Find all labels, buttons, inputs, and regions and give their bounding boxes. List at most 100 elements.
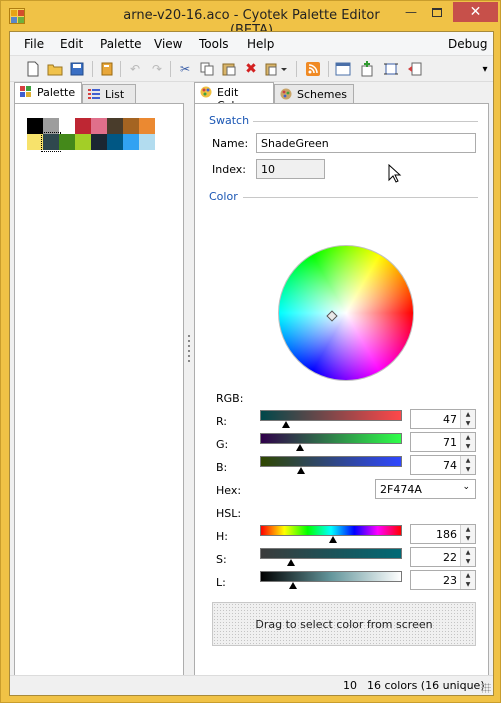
- h-slider-thumb[interactable]: [329, 536, 338, 543]
- s-slider-thumb[interactable]: [287, 559, 296, 566]
- redo-icon[interactable]: ↷: [148, 60, 166, 78]
- right-tab-strip: Edit Color Schemes: [194, 82, 494, 112]
- index-label: Index:: [212, 163, 246, 176]
- hex-combo[interactable]: 2F474A ⌄: [375, 479, 476, 499]
- s-slider[interactable]: [260, 548, 402, 559]
- toolbar-separator: [92, 61, 93, 77]
- cut-icon[interactable]: ✂: [176, 60, 194, 78]
- s-spinner-arrows[interactable]: ▲ ▼: [460, 548, 475, 566]
- r-label: R:: [216, 415, 228, 428]
- g-spinner[interactable]: 71 ▲ ▼: [410, 432, 476, 452]
- r-slider[interactable]: [260, 410, 402, 421]
- s-spinner[interactable]: 22 ▲ ▼: [410, 547, 476, 567]
- open-icon[interactable]: [46, 60, 64, 78]
- color-group-label: Color: [209, 190, 238, 203]
- palette-panel: [14, 103, 184, 676]
- status-bar: 10 16 colors (16 unique): [10, 675, 493, 695]
- book-icon[interactable]: [98, 60, 116, 78]
- palette-swatch[interactable]: [123, 134, 139, 150]
- swatch-group-divider: [253, 121, 478, 122]
- h-spinner-arrows[interactable]: ▲ ▼: [460, 525, 475, 543]
- minimize-button[interactable]: —: [398, 2, 424, 22]
- l-spinner-arrows[interactable]: ▲ ▼: [460, 571, 475, 589]
- tab-palette-label: Palette: [37, 86, 76, 99]
- title-bar[interactable]: arne-v20-16.aco - Cyotek Palette Editor …: [1, 1, 501, 38]
- palette-swatch[interactable]: [91, 118, 107, 134]
- palette-swatch[interactable]: [75, 118, 91, 134]
- delete-icon[interactable]: ✖: [242, 60, 260, 78]
- menu-palette[interactable]: Palette: [100, 37, 142, 51]
- palette-swatch[interactable]: [41, 132, 61, 152]
- palette-swatch[interactable]: [123, 118, 139, 134]
- close-button[interactable]: ✕: [453, 2, 498, 22]
- resize-grip-icon[interactable]: [481, 683, 491, 693]
- maximize-button[interactable]: [424, 2, 450, 22]
- b-spinner-arrows[interactable]: ▲ ▼: [460, 456, 475, 474]
- tab-edit-color[interactable]: Edit Color: [194, 82, 274, 112]
- menu-help[interactable]: Help: [247, 37, 274, 51]
- palette-swatch[interactable]: [139, 134, 155, 150]
- h-slider[interactable]: [260, 525, 402, 536]
- g-slider-thumb[interactable]: [295, 444, 304, 451]
- l-slider-thumb[interactable]: [288, 582, 297, 589]
- tab-schemes-label: Schemes: [297, 88, 347, 101]
- palette-swatch[interactable]: [59, 118, 75, 134]
- l-value: 23: [443, 574, 457, 587]
- menu-debug[interactable]: Debug: [448, 37, 487, 51]
- hex-label: Hex:: [216, 484, 242, 497]
- tab-palette[interactable]: Palette: [14, 82, 82, 104]
- back-icon[interactable]: [406, 60, 424, 78]
- palette-icon: [20, 86, 32, 98]
- maximize-icon: [432, 7, 442, 17]
- menu-tools[interactable]: Tools: [199, 37, 229, 51]
- palette-swatch[interactable]: [107, 118, 123, 134]
- menu-file[interactable]: File: [24, 37, 44, 51]
- palette-swatch[interactable]: [59, 134, 75, 150]
- window-icon[interactable]: [334, 60, 352, 78]
- edit-color-icon: [200, 86, 212, 98]
- palette-swatch[interactable]: [139, 118, 155, 134]
- g-spinner-arrows[interactable]: ▲ ▼: [460, 433, 475, 451]
- menu-edit[interactable]: Edit: [60, 37, 83, 51]
- screen-picker-area[interactable]: Drag to select color from screen: [212, 602, 476, 646]
- splitter-handle[interactable]: [187, 332, 191, 382]
- b-slider[interactable]: [260, 456, 402, 467]
- copy-icon[interactable]: [198, 60, 216, 78]
- palette-swatch[interactable]: [75, 134, 91, 150]
- rss-icon[interactable]: [304, 60, 322, 78]
- hex-value: 2F474A: [380, 483, 422, 496]
- b-slider-thumb[interactable]: [297, 467, 306, 474]
- g-slider[interactable]: [260, 433, 402, 444]
- close-icon: ✕: [469, 4, 482, 20]
- new-icon[interactable]: [24, 60, 42, 78]
- l-slider[interactable]: [260, 571, 402, 582]
- menu-view[interactable]: View: [154, 37, 182, 51]
- palette-swatch[interactable]: [27, 118, 43, 134]
- name-field[interactable]: [256, 133, 476, 153]
- overflow-icon[interactable]: ▾: [476, 60, 494, 78]
- color-wheel[interactable]: [278, 245, 414, 381]
- r-slider-thumb[interactable]: [282, 421, 291, 428]
- add-icon[interactable]: [358, 60, 376, 78]
- r-spinner-arrows[interactable]: ▲ ▼: [460, 410, 475, 428]
- save-icon[interactable]: [68, 60, 86, 78]
- paste-icon[interactable]: [220, 60, 238, 78]
- paste-special-icon[interactable]: [264, 60, 290, 78]
- b-spinner[interactable]: 74 ▲ ▼: [410, 455, 476, 475]
- palette-swatch[interactable]: [27, 134, 43, 150]
- tab-list[interactable]: List: [82, 84, 136, 104]
- palette-swatch[interactable]: [91, 134, 107, 150]
- undo-icon[interactable]: ↶: [126, 60, 144, 78]
- h-spinner[interactable]: 186 ▲ ▼: [410, 524, 476, 544]
- l-spinner[interactable]: 23 ▲ ▼: [410, 570, 476, 590]
- s-value: 22: [443, 551, 457, 564]
- frame-icon[interactable]: [382, 60, 400, 78]
- palette-swatch[interactable]: [43, 118, 59, 134]
- schemes-icon: [280, 88, 292, 100]
- color-wheel-marker[interactable]: [326, 309, 338, 322]
- tab-list-label: List: [105, 88, 125, 101]
- tab-schemes[interactable]: Schemes: [274, 84, 354, 104]
- r-spinner[interactable]: 47 ▲ ▼: [410, 409, 476, 429]
- palette-swatch[interactable]: [107, 134, 123, 150]
- index-field[interactable]: [256, 159, 325, 179]
